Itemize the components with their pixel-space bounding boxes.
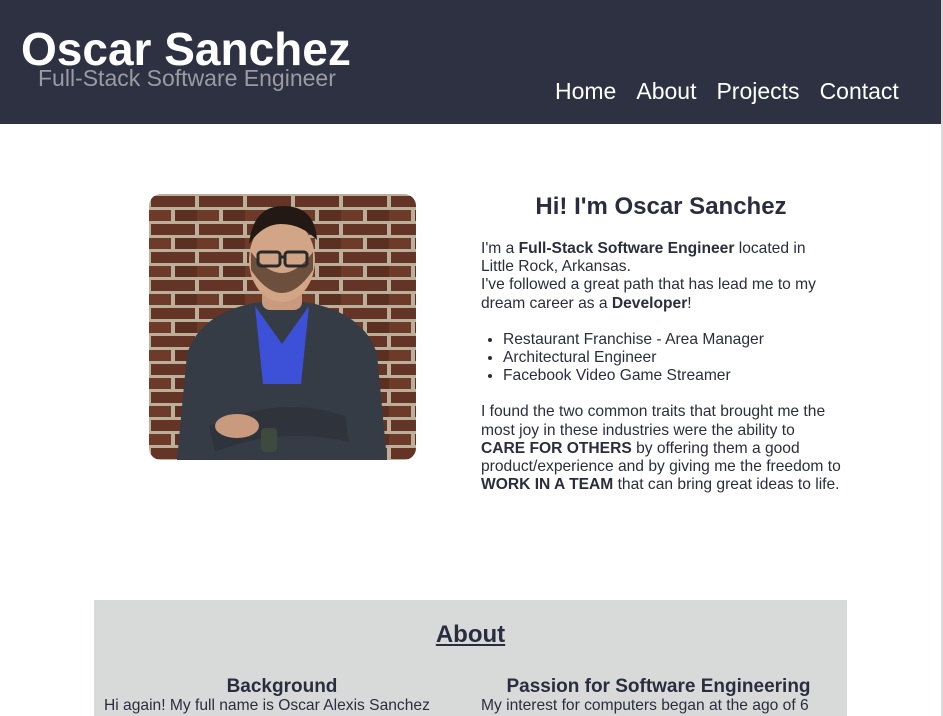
intro-paragraph-2: I found the two common traits that broug…	[481, 403, 841, 494]
passion-title: Passion for Software Engineering	[506, 676, 811, 697]
main-nav: Home About Projects Contact	[555, 76, 899, 106]
intro-heading: Hi! I'm Oscar Sanchez	[535, 193, 787, 220]
site-tagline: Full-Stack Software Engineer	[38, 65, 336, 91]
list-item: Facebook Video Game Streamer	[503, 367, 841, 385]
jobs-list: Restaurant Franchise - Area Manager Arch…	[481, 331, 841, 386]
nav-projects-link[interactable]: Projects	[716, 76, 799, 106]
passion-text: My interest for computers began at the a…	[481, 697, 809, 714]
nav-home-link[interactable]: Home	[555, 76, 616, 106]
intro-paragraph-1: I'm a Full-Stack Software Engineer locat…	[481, 240, 816, 312]
background-text: Hi again! My full name is Oscar Alexis S…	[104, 697, 430, 714]
background-title: Background	[226, 676, 338, 697]
nav-about-link[interactable]: About	[636, 76, 696, 106]
nav-contact-link[interactable]: Contact	[820, 76, 899, 106]
about-section: About Background Hi again! My full name …	[94, 600, 847, 716]
list-item: Restaurant Franchise - Area Manager	[503, 331, 841, 349]
site-header: Oscar Sanchez Full-Stack Software Engine…	[0, 0, 943, 124]
about-title: About	[435, 621, 506, 648]
list-item: Architectural Engineer	[503, 349, 841, 367]
profile-photo	[149, 194, 416, 460]
intro-section: Hi! I'm Oscar Sanchez I'm a Full-Stack S…	[481, 192, 841, 494]
